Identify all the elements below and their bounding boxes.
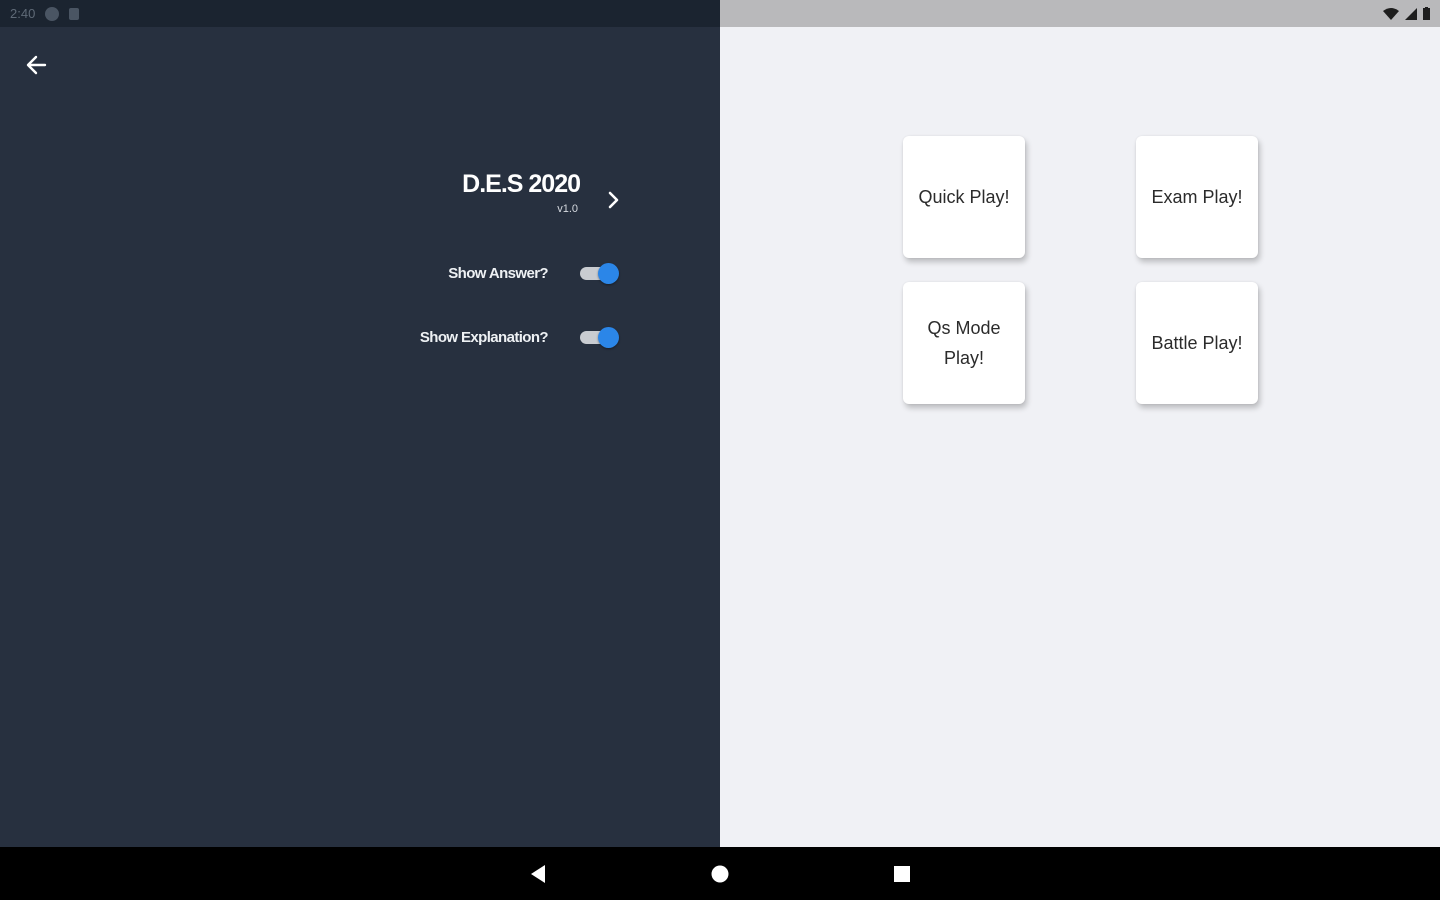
nav-home-button[interactable] [707, 861, 733, 887]
play-modes-panel: Quick Play! Exam Play! Qs Mode Play! Bat… [720, 27, 1440, 847]
show-explanation-toggle[interactable] [578, 325, 620, 349]
toggle-thumb [598, 327, 619, 348]
signal-icon [1405, 7, 1417, 20]
nav-recents-button[interactable] [889, 861, 915, 887]
status-time: 2:40 [10, 6, 36, 21]
nav-back-button[interactable] [525, 861, 551, 887]
show-answer-setting: Show Answer? [300, 258, 620, 288]
status-bar-left: 2:40 [0, 0, 720, 27]
navigation-bar [0, 847, 1440, 900]
toggle-thumb [598, 263, 619, 284]
arrow-left-icon [26, 55, 47, 75]
sd-card-icon [69, 7, 80, 20]
show-answer-toggle[interactable] [578, 261, 620, 285]
wifi-icon [1383, 7, 1399, 20]
settings-drawer: D.E.S 2020 v1.0 Show Answer? Show Explan… [0, 27, 720, 847]
battery-icon [1423, 7, 1430, 20]
app-title: D.E.S 2020 [462, 170, 581, 198]
show-explanation-setting: Show Explanation? [300, 322, 620, 352]
back-button[interactable] [20, 49, 52, 81]
exam-play-button[interactable]: Exam Play! [1136, 136, 1258, 258]
qs-mode-play-button[interactable]: Qs Mode Play! [903, 282, 1025, 404]
notification-icon [45, 6, 60, 21]
show-explanation-label: Show Explanation? [419, 328, 549, 346]
status-bar-right [720, 0, 1440, 27]
chevron-right-icon [608, 191, 619, 209]
app-info: D.E.S 2020 v1.0 [380, 170, 581, 215]
circle-home-icon [711, 865, 729, 883]
app-info-button[interactable] [600, 187, 626, 213]
app-version: v1.0 [557, 203, 578, 215]
square-recents-icon [894, 866, 910, 882]
quick-play-button[interactable]: Quick Play! [903, 136, 1025, 258]
battle-play-button[interactable]: Battle Play! [1136, 282, 1258, 404]
triangle-back-icon [531, 865, 545, 883]
show-answer-label: Show Answer? [448, 264, 548, 282]
